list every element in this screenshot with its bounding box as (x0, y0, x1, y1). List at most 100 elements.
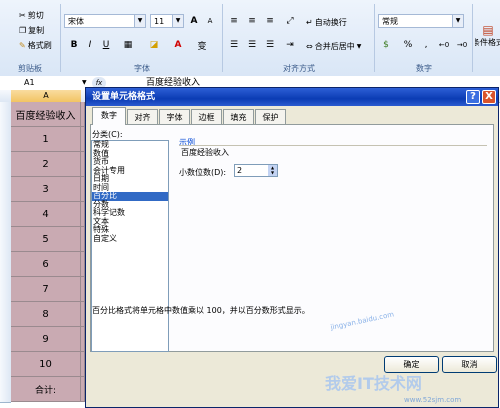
data-cell[interactable] (81, 327, 85, 352)
decimal-places-label: 小数位数(D): (179, 168, 227, 177)
data-cell[interactable] (81, 102, 85, 127)
chevron-down-icon: ▼ (82, 79, 87, 86)
comma-button[interactable]: , (418, 38, 434, 52)
data-cell[interactable] (81, 202, 85, 227)
orientation-button[interactable]: ⤢ (282, 14, 298, 28)
chevron-down-icon: ▼ (172, 15, 183, 27)
align-top-button[interactable]: ≡ (226, 14, 242, 28)
paint-bucket-icon: ◪ (149, 40, 159, 50)
data-cell[interactable] (81, 302, 85, 327)
brush-icon: ✎ (19, 40, 26, 50)
shrink-font-button[interactable]: A (202, 14, 218, 28)
font-name-combo[interactable]: 宋体 ▼ (64, 14, 146, 28)
tab-5[interactable]: 保护 (255, 109, 286, 124)
row-header[interactable] (0, 202, 11, 228)
phonetic-button[interactable]: 变 (194, 38, 210, 52)
column-header-a[interactable]: A (11, 90, 81, 102)
spin-down-icon[interactable]: ▼ (268, 170, 277, 176)
category-item[interactable]: 自定义 (92, 234, 168, 244)
group-divider (374, 4, 375, 72)
data-cell[interactable] (81, 177, 85, 202)
row-header[interactable] (0, 177, 11, 203)
underline-button[interactable]: U (98, 38, 114, 52)
tab-2[interactable]: 字体 (159, 109, 190, 124)
data-cell[interactable]: 5 (11, 227, 81, 252)
indent-button[interactable]: ⇥ (282, 38, 298, 52)
merge-center-button[interactable]: ⇔ 合并后居中 ▼ (305, 38, 362, 54)
chevron-down-icon: ▼ (452, 15, 463, 27)
copy-icon: ❐ (19, 25, 27, 35)
data-cell[interactable] (81, 152, 85, 177)
fill-color-button[interactable]: ◪ (146, 38, 162, 52)
tab-3[interactable]: 边框 (191, 109, 222, 124)
data-cell[interactable]: 7 (11, 277, 81, 302)
help-button[interactable]: ? (466, 90, 480, 104)
data-cell[interactable] (81, 252, 85, 277)
conditional-format-button[interactable]: ▤ 条件格式 (474, 22, 500, 54)
increase-decimal-button[interactable]: ←0 (436, 38, 452, 52)
data-cell[interactable]: 6 (11, 252, 81, 277)
tab-0[interactable]: 数字 (92, 107, 126, 125)
align-center-button[interactable]: ☰ (244, 38, 260, 52)
chevron-down-icon: ▼ (356, 42, 362, 50)
select-all-corner[interactable] (0, 90, 11, 102)
data-cell[interactable]: 9 (11, 327, 81, 352)
data-cell[interactable] (81, 377, 85, 402)
row-header[interactable] (0, 252, 11, 278)
align-center-icon: ☰ (247, 40, 257, 50)
wrap-text-button[interactable]: ↵ 自动换行 (305, 14, 348, 30)
copy-button[interactable]: ❐ 复制 (18, 22, 45, 38)
cancel-button[interactable]: 取消 (442, 356, 497, 373)
row-header[interactable] (0, 127, 11, 153)
data-cell[interactable] (81, 227, 85, 252)
data-cell[interactable]: 3 (11, 177, 81, 202)
currency-button[interactable]: $ (378, 38, 394, 52)
category-list[interactable]: 常规 数值 货币 会计专用 日期 时间 百分比 分数 科学记数 文本 特殊 自定义 (91, 140, 169, 352)
align-left-button[interactable]: ☰ (226, 38, 242, 52)
grow-font-button[interactable]: A (186, 14, 202, 28)
name-box[interactable]: A1 (2, 77, 82, 89)
font-color-button[interactable]: A (170, 38, 186, 52)
row-header[interactable] (0, 102, 11, 128)
tab-1[interactable]: 对齐 (127, 109, 158, 124)
align-bottom-button[interactable]: ≡ (262, 14, 278, 28)
row-header[interactable] (0, 227, 11, 253)
category-label: 分类(C): (92, 130, 123, 139)
align-right-icon: ☰ (265, 40, 275, 50)
sample-value: 百度经验收入 (179, 145, 487, 159)
decrease-decimal-button[interactable]: →0 (454, 38, 470, 52)
font-size-combo[interactable]: 11 ▼ (150, 14, 184, 28)
row-header[interactable] (0, 352, 11, 378)
bold-button[interactable]: B (66, 38, 82, 52)
number-format-combo[interactable]: 常规 ▼ (378, 14, 464, 28)
data-cell[interactable]: 10 (11, 352, 81, 377)
format-painter-button[interactable]: ✎ 格式刷 (18, 37, 53, 53)
format-description: 百分比格式将单元格中数值乘以 100，并以百分数形式显示。 (92, 306, 310, 315)
italic-button[interactable]: I (82, 38, 98, 52)
total-cell[interactable]: 合计: (11, 377, 81, 402)
data-cell[interactable]: 2 (11, 152, 81, 177)
data-cell[interactable]: 8 (11, 302, 81, 327)
align-right-button[interactable]: ☰ (262, 38, 278, 52)
row-header[interactable] (0, 277, 11, 303)
align-middle-button[interactable]: ≡ (244, 14, 260, 28)
row-header[interactable] (0, 377, 11, 403)
orientation-icon: ⤢ (286, 16, 294, 26)
data-cell[interactable] (81, 127, 85, 152)
data-cell[interactable]: 4 (11, 202, 81, 227)
increase-decimal-icon: ←0 (438, 41, 450, 49)
close-button[interactable]: X (482, 90, 496, 104)
align-top-icon: ≡ (230, 16, 238, 26)
dialog-title-bar[interactable]: 设置单元格格式 (86, 88, 498, 106)
borders-button[interactable]: ▦ (120, 38, 136, 52)
row-header[interactable] (0, 327, 11, 353)
data-cell[interactable]: 1 (11, 127, 81, 152)
cut-button[interactable]: ✂ 剪切 (18, 7, 45, 23)
tab-4[interactable]: 填充 (223, 109, 254, 124)
data-cell[interactable] (81, 352, 85, 377)
percent-button[interactable]: % (400, 38, 416, 52)
data-cell[interactable] (81, 277, 85, 302)
header-cell[interactable]: 百度经验收入 (11, 102, 81, 127)
row-header[interactable] (0, 302, 11, 328)
row-header[interactable] (0, 152, 11, 178)
